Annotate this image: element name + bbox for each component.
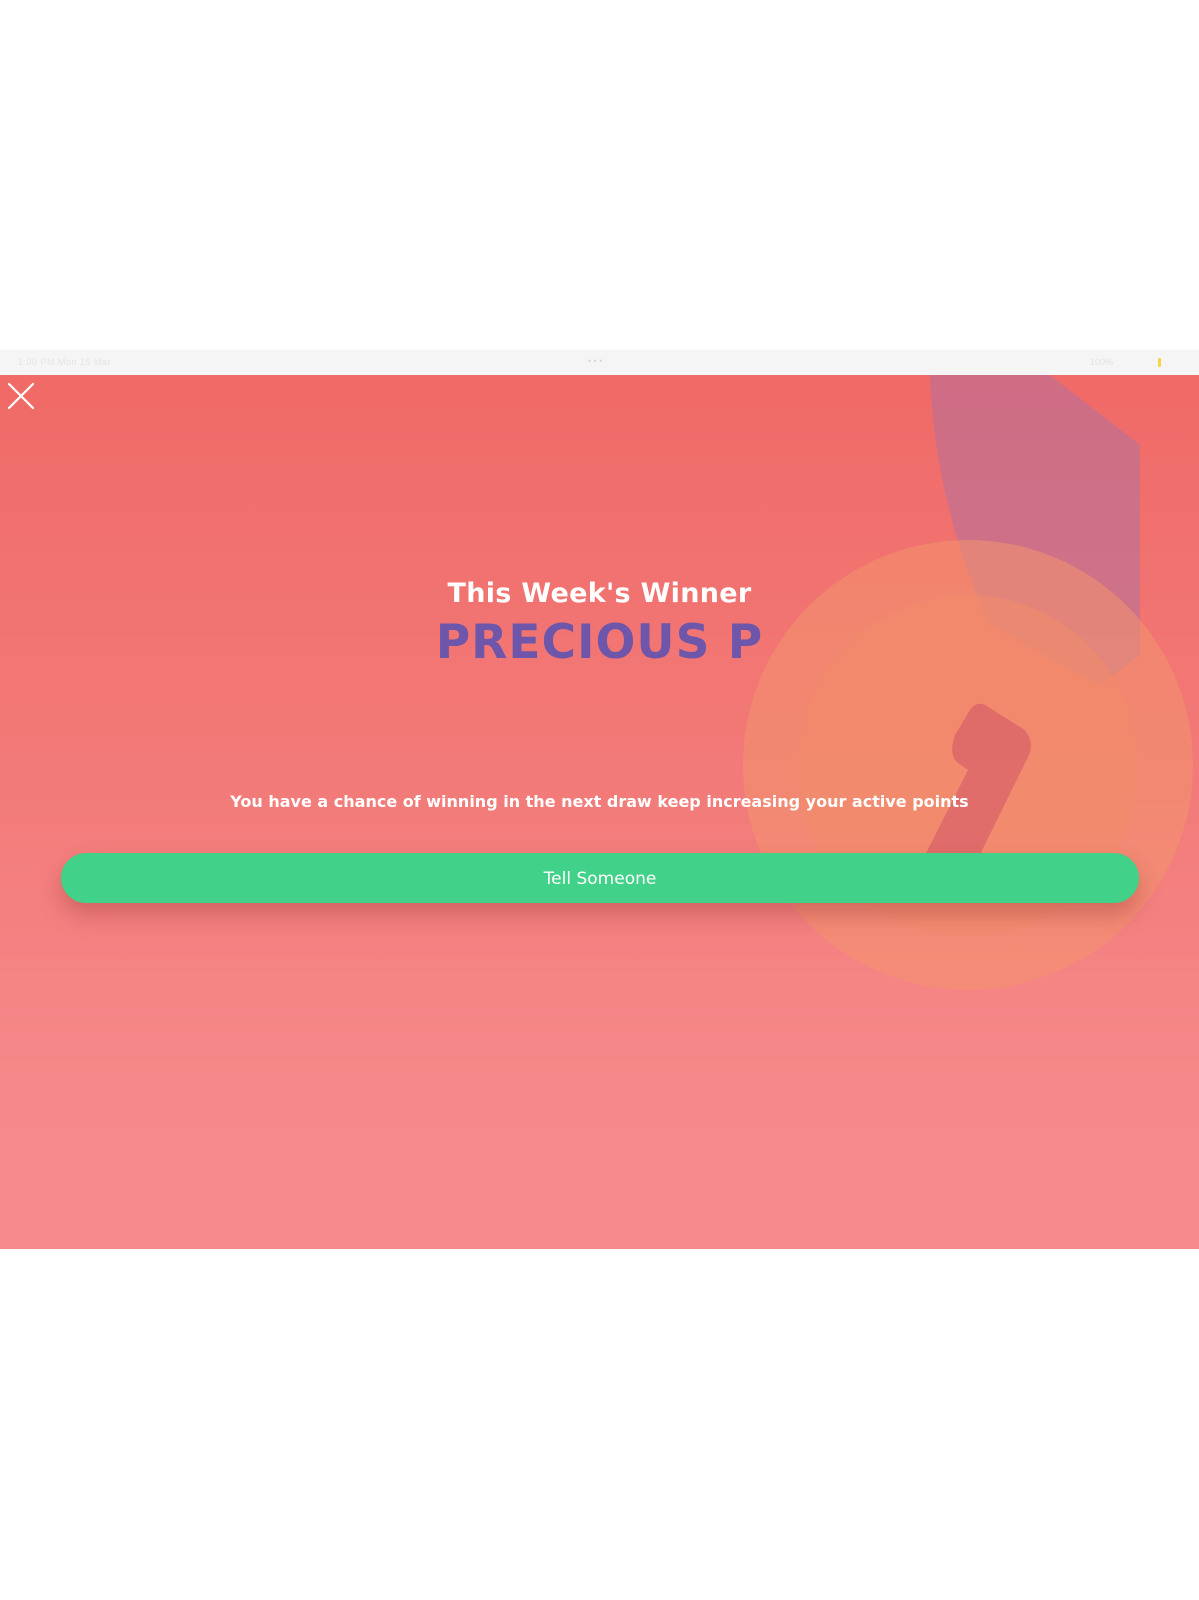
winner-heading: This Week's Winner PRECIOUS P: [0, 580, 1199, 666]
modal-title: This Week's Winner: [447, 578, 752, 609]
screen: 1:00 PM Mon 15 Mar • • • 100% This Week'…: [0, 0, 1199, 1600]
status-multitask-dots: • • •: [588, 356, 603, 366]
status-bar: 1:00 PM Mon 15 Mar • • • 100%: [0, 350, 1199, 375]
close-icon[interactable]: [6, 381, 36, 411]
winner-name: PRECIOUS P: [435, 615, 764, 670]
encouragement-message: You have a chance of winning in the next…: [230, 792, 969, 811]
status-time: 1:00 PM Mon 15 Mar: [18, 357, 112, 367]
tell-someone-button[interactable]: Tell Someone: [61, 853, 1139, 903]
status-battery-level: 100%: [1090, 357, 1114, 367]
battery-icon: [1158, 358, 1161, 367]
winner-modal: This Week's Winner PRECIOUS P You have a…: [0, 375, 1199, 1249]
medal-background-graphic: [743, 375, 1193, 990]
